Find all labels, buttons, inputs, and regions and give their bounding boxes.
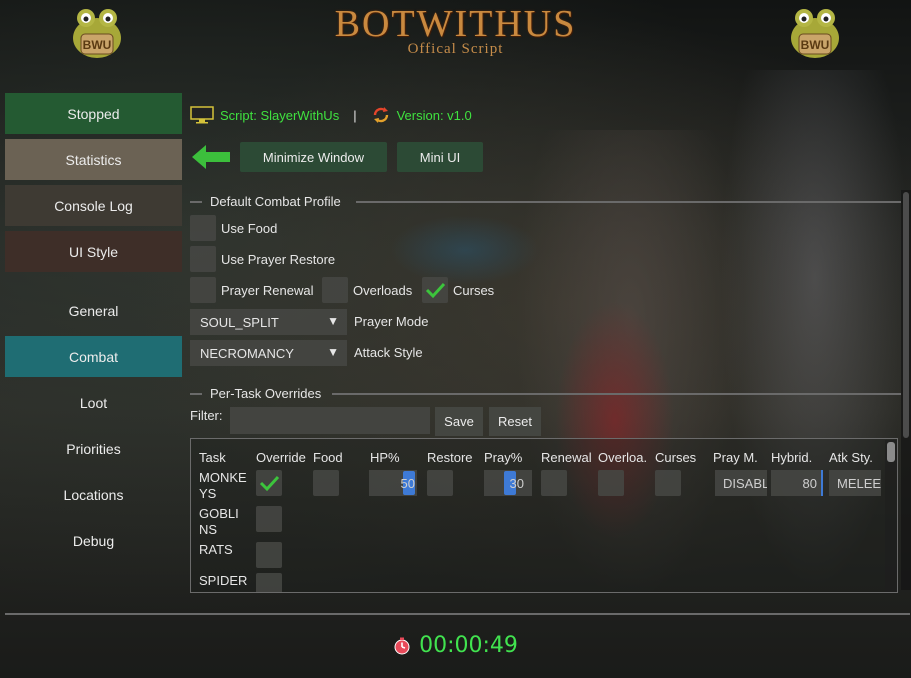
monitor-icon bbox=[190, 106, 214, 124]
script-info-row: Script: SlayerWithUs | Version: v1.0 bbox=[190, 104, 472, 126]
status-button[interactable]: Stopped bbox=[5, 93, 182, 134]
attack-style-value: NECROMANCY bbox=[200, 345, 294, 361]
hybrid-value: 80 bbox=[802, 475, 817, 491]
atk-style-select[interactable]: MELEE bbox=[829, 470, 881, 496]
svg-text:BWU: BWU bbox=[801, 38, 830, 52]
column-header: Restore bbox=[427, 450, 473, 465]
attack-style-select[interactable]: NECROMANCY ▼ bbox=[190, 340, 347, 366]
divider bbox=[190, 393, 202, 395]
column-header: Renewal bbox=[541, 450, 592, 465]
stopwatch-icon bbox=[394, 637, 410, 654]
override-checkbox[interactable] bbox=[256, 573, 282, 592]
use-prayer-restore-label: Use Prayer Restore bbox=[221, 252, 336, 267]
console-log-button[interactable]: Console Log bbox=[5, 185, 182, 226]
overloads-cell-checkbox[interactable] bbox=[598, 470, 624, 496]
pray-mode-select[interactable]: DISABL bbox=[715, 470, 767, 496]
column-header: HP% bbox=[370, 450, 400, 465]
use-food-label: Use Food bbox=[221, 221, 278, 236]
atk-style-value: MELEE bbox=[837, 475, 881, 491]
override-checkbox[interactable] bbox=[256, 470, 282, 496]
column-header: Atk Sty. bbox=[829, 450, 873, 465]
nav-general[interactable]: General bbox=[5, 290, 182, 331]
nav-locations[interactable]: Locations bbox=[5, 474, 182, 515]
divider bbox=[332, 393, 901, 395]
column-header: Food bbox=[313, 450, 343, 465]
dropdown-arrow-icon: ▼ bbox=[327, 345, 339, 359]
separator: | bbox=[353, 107, 357, 123]
overloads-label: Overloads bbox=[353, 283, 413, 298]
mini-ui-button[interactable]: Mini UI bbox=[397, 142, 483, 172]
brand-subtitle: Offical Script bbox=[407, 41, 504, 57]
reset-button[interactable]: Reset bbox=[489, 407, 541, 436]
overrides-table: Task Override Food HP% Restore Pray% Ren… bbox=[190, 438, 898, 593]
prayer-renewal-checkbox[interactable] bbox=[190, 277, 216, 303]
renewal-checkbox[interactable] bbox=[541, 470, 567, 496]
version-label: Version: v1.0 bbox=[396, 107, 472, 123]
nav-priorities[interactable]: Priorities bbox=[5, 428, 182, 469]
save-button[interactable]: Save bbox=[435, 407, 483, 436]
prayer-mode-select[interactable]: SOUL_SPLIT ▼ bbox=[190, 309, 347, 335]
hybrid-input[interactable]: 80 bbox=[771, 470, 823, 496]
task-name: SPIDERS bbox=[199, 573, 248, 592]
use-prayer-restore-checkbox[interactable] bbox=[190, 246, 216, 272]
prayer-mode-label: Prayer Mode bbox=[354, 314, 429, 329]
column-header: Task bbox=[199, 450, 226, 465]
pray-mode-value: DISABL bbox=[723, 475, 767, 491]
runtime-timer: 00:00:49 bbox=[0, 633, 911, 658]
table-scrollbar[interactable] bbox=[885, 440, 897, 592]
brand-title: BOTWITHUS bbox=[334, 3, 577, 45]
task-name: MONKE YS bbox=[199, 470, 247, 501]
header: BWU BOTWITHUS Offical Script BWU bbox=[0, 0, 911, 80]
dropdown-arrow-icon: ▼ bbox=[327, 314, 339, 328]
column-header: Curses bbox=[655, 450, 697, 465]
frog-logo-icon: BWU bbox=[791, 9, 839, 58]
prayer-renewal-label: Prayer Renewal bbox=[221, 283, 314, 298]
filter-input[interactable] bbox=[230, 407, 430, 434]
statistics-button[interactable]: Statistics bbox=[5, 139, 182, 180]
elapsed-time: 00:00:49 bbox=[419, 633, 518, 658]
pray-percent-slider[interactable]: 30 bbox=[484, 470, 532, 496]
default-combat-profile-title: Default Combat Profile bbox=[210, 194, 341, 209]
nav-debug[interactable]: Debug bbox=[5, 520, 182, 561]
minimize-window-button[interactable]: Minimize Window bbox=[240, 142, 387, 172]
task-name: GOBLI NS bbox=[199, 506, 239, 537]
attack-style-label: Attack Style bbox=[354, 345, 423, 360]
overloads-checkbox[interactable] bbox=[322, 277, 348, 303]
override-checkbox[interactable] bbox=[256, 506, 282, 532]
food-checkbox[interactable] bbox=[313, 470, 339, 496]
per-task-overrides-title: Per-Task Overrides bbox=[210, 386, 322, 401]
checkmark-icon bbox=[259, 475, 280, 492]
column-header: Override bbox=[256, 450, 306, 465]
arrow-left-icon[interactable] bbox=[192, 144, 232, 170]
curses-checkbox[interactable] bbox=[422, 277, 448, 303]
hp-percent-slider[interactable]: 50 bbox=[369, 470, 417, 496]
column-header: Pray% bbox=[484, 450, 523, 465]
nav-loot[interactable]: Loot bbox=[5, 382, 182, 423]
script-name-label: Script: SlayerWithUs bbox=[220, 107, 340, 123]
pray-value: 30 bbox=[509, 475, 524, 491]
footer-divider bbox=[5, 613, 910, 615]
ui-style-button[interactable]: UI Style bbox=[5, 231, 182, 272]
checkmark-icon bbox=[425, 282, 446, 299]
column-header: Pray M. bbox=[713, 450, 758, 465]
restore-checkbox[interactable] bbox=[427, 470, 453, 496]
column-header: Hybrid. bbox=[771, 450, 813, 465]
column-header: Overloa. bbox=[598, 450, 648, 465]
divider bbox=[356, 201, 901, 203]
hp-value: 50 bbox=[400, 475, 415, 491]
curses-label: Curses bbox=[453, 283, 495, 298]
filter-label: Filter: bbox=[190, 408, 223, 423]
override-checkbox[interactable] bbox=[256, 542, 282, 568]
nav-combat[interactable]: Combat bbox=[5, 336, 182, 377]
table-scrollbar-thumb[interactable] bbox=[887, 442, 895, 462]
refresh-icon bbox=[373, 107, 388, 123]
task-name: RATS bbox=[199, 542, 233, 557]
prayer-mode-value: SOUL_SPLIT bbox=[200, 314, 279, 330]
divider bbox=[190, 201, 202, 203]
panel-scrollbar-thumb[interactable] bbox=[903, 192, 909, 438]
use-food-checkbox[interactable] bbox=[190, 215, 216, 241]
curses-cell-checkbox[interactable] bbox=[655, 470, 681, 496]
